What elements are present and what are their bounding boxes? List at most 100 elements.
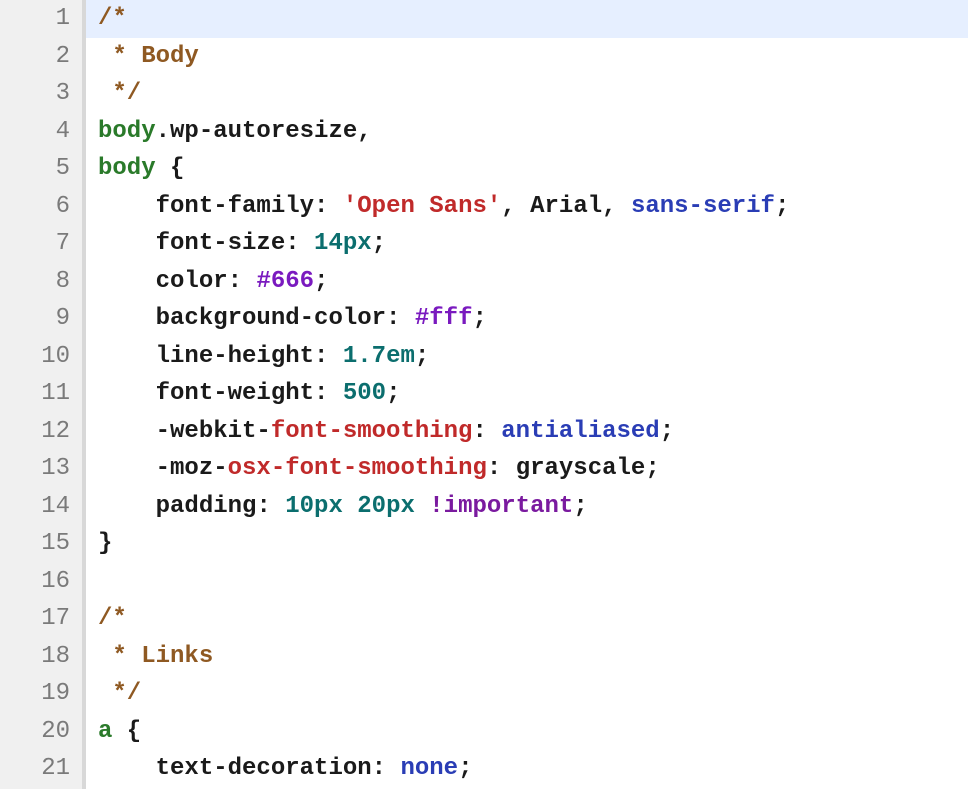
line-number: 17 [0,600,70,638]
code-token: grayscale [516,455,646,482]
code-token: font-size [98,230,285,257]
code-token: { [156,155,185,182]
code-token: /* [98,605,127,632]
code-token: ; [775,193,789,220]
line-number-gutter: 123456789101112131415161718192021 [0,0,86,789]
line-number: 7 [0,225,70,263]
line-number: 4 [0,113,70,151]
code-token: /* [98,5,127,32]
code-line[interactable]: line-height: 1.7em; [86,338,968,376]
code-area[interactable]: /* * Body */body.wp-autoresize,body { fo… [86,0,968,789]
code-token: #666 [256,268,314,295]
code-line[interactable]: /* [86,0,968,38]
line-number: 20 [0,713,70,751]
code-token: ; [573,493,587,520]
code-token: : [472,418,501,445]
line-number: 16 [0,563,70,601]
line-number: 11 [0,375,70,413]
code-token: background-color [98,305,386,332]
code-line[interactable]: */ [86,675,968,713]
code-token: */ [98,680,141,707]
line-number: 19 [0,675,70,713]
code-token: ; [458,755,472,782]
code-line[interactable]: -moz-osx-font-smoothing: grayscale; [86,450,968,488]
code-token: #fff [415,305,473,332]
line-number: 14 [0,488,70,526]
code-token: , [602,193,631,220]
code-token: ; [472,305,486,332]
line-number: 12 [0,413,70,451]
code-token: ; [314,268,328,295]
code-token: !important [429,493,573,520]
code-token: * Links [98,643,213,670]
code-token: : [228,268,257,295]
code-line[interactable]: padding: 10px 20px !important; [86,488,968,526]
code-line[interactable]: body.wp-autoresize, [86,113,968,151]
code-line[interactable]: font-weight: 500; [86,375,968,413]
code-line[interactable]: a { [86,713,968,751]
code-token: : [372,755,401,782]
code-token: padding [98,493,256,520]
code-token: : [285,230,314,257]
code-token: : [487,455,516,482]
code-editor[interactable]: 123456789101112131415161718192021 /* * B… [0,0,968,789]
line-number: 18 [0,638,70,676]
code-line[interactable]: /* [86,600,968,638]
line-number: 3 [0,75,70,113]
code-token: sans-serif [631,193,775,220]
code-token: } [98,530,112,557]
code-line[interactable]: */ [86,75,968,113]
code-token: ; [660,418,674,445]
code-token: : [314,380,343,407]
code-token: ; [386,380,400,407]
code-token: text-decoration [98,755,372,782]
code-line[interactable]: font-size: 14px; [86,225,968,263]
code-line[interactable] [86,563,968,601]
code-line[interactable]: text-decoration: none; [86,750,968,788]
line-number: 5 [0,150,70,188]
code-token: body [98,118,156,145]
code-line[interactable]: * Links [86,638,968,676]
line-number: 21 [0,750,70,788]
code-line[interactable]: color: #666; [86,263,968,301]
code-token: body [98,155,156,182]
code-token: 14px [314,230,372,257]
code-token: ; [372,230,386,257]
code-token: : [314,193,343,220]
code-token: none [400,755,458,782]
code-token: 500 [343,380,386,407]
code-line[interactable]: body { [86,150,968,188]
line-number: 1 [0,0,70,38]
line-number: 15 [0,525,70,563]
code-line[interactable]: background-color: #fff; [86,300,968,338]
code-line[interactable]: font-family: 'Open Sans', Arial, sans-se… [86,188,968,226]
line-number: 9 [0,300,70,338]
code-token: { [112,718,141,745]
code-token: */ [98,80,141,107]
code-token: ; [645,455,659,482]
code-token: .wp-autoresize, [156,118,372,145]
code-line[interactable]: } [86,525,968,563]
code-token: Arial [530,193,602,220]
code-token: : [386,305,415,332]
code-token: -webkit- [98,418,271,445]
line-number: 8 [0,263,70,301]
code-token: line-height [98,343,314,370]
code-token: font-family [98,193,314,220]
code-token: antialiased [501,418,659,445]
code-token: osx-font-smoothing [228,455,487,482]
code-line[interactable]: -webkit-font-smoothing: antialiased; [86,413,968,451]
line-number: 10 [0,338,70,376]
code-token: ; [415,343,429,370]
line-number: 6 [0,188,70,226]
code-token: font-weight [98,380,314,407]
code-token: : [314,343,343,370]
code-token: , [501,193,530,220]
code-token: font-smoothing [271,418,473,445]
code-token: 10px 20px [285,493,429,520]
code-token: -moz- [98,455,228,482]
line-number: 2 [0,38,70,76]
code-line[interactable]: * Body [86,38,968,76]
code-token: : [256,493,285,520]
line-number: 13 [0,450,70,488]
